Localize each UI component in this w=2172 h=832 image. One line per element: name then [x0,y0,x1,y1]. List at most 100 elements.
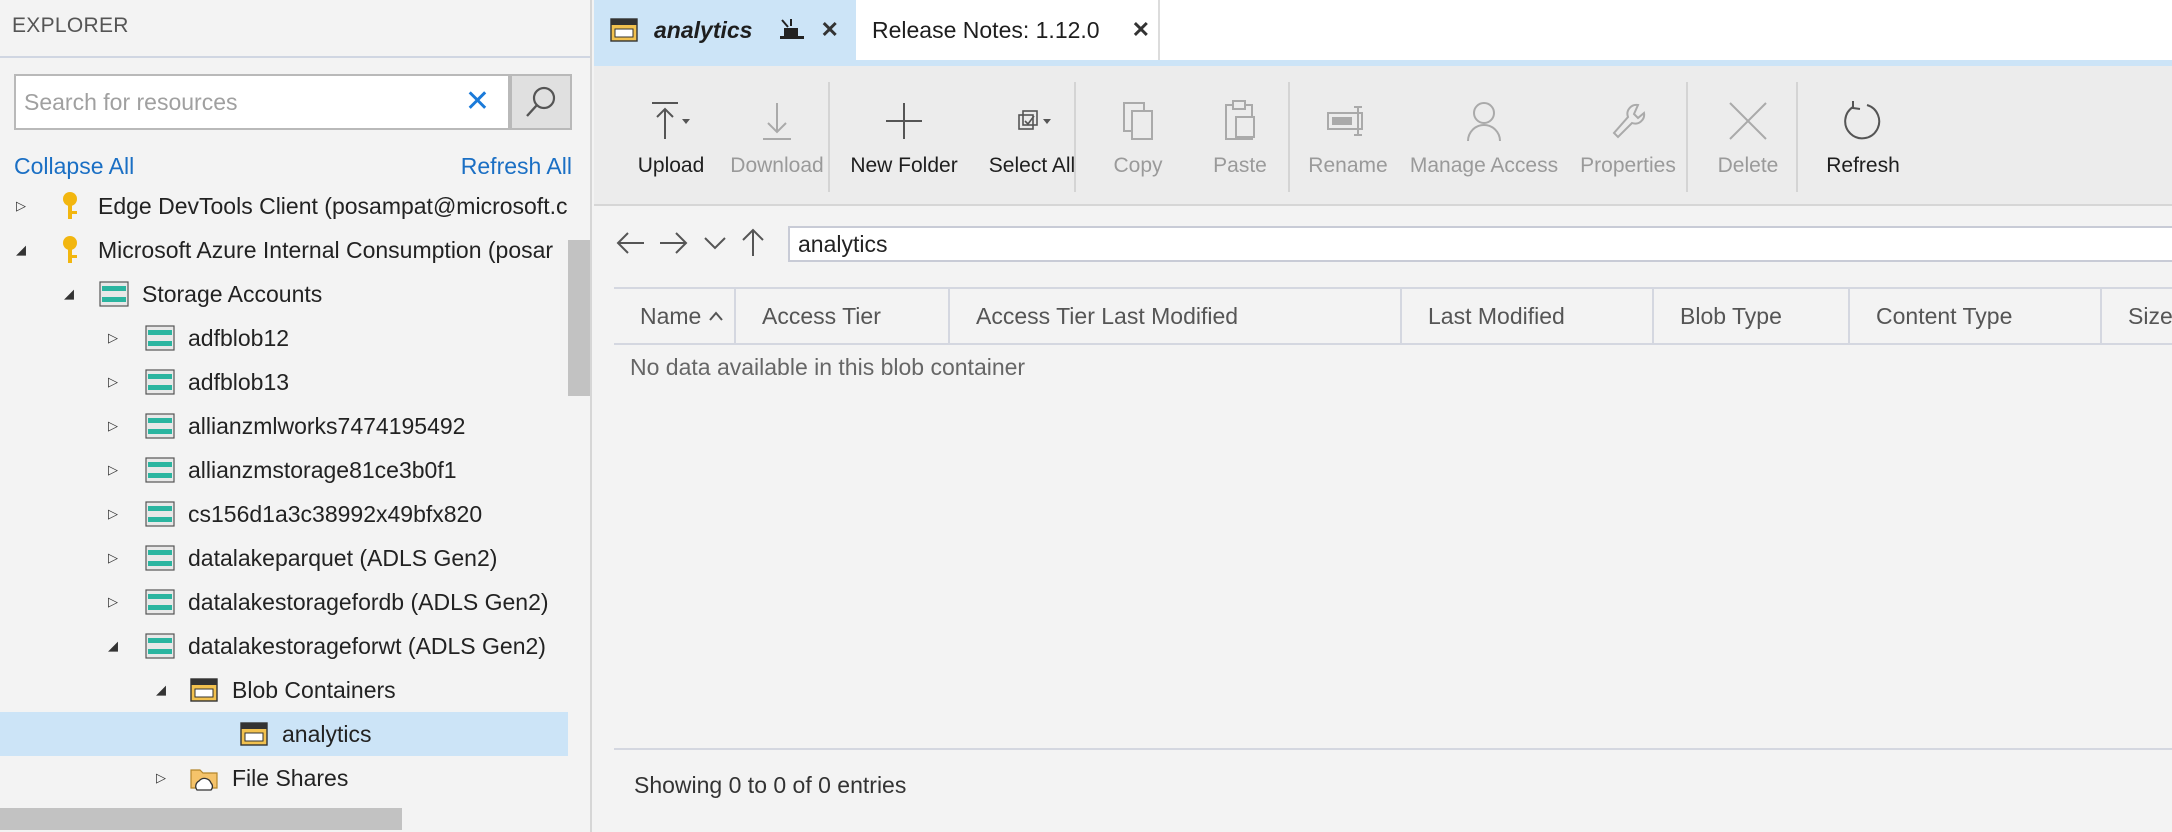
manage-access-button[interactable]: Manage Access [1406,66,1562,206]
tree-item-edge-devtools[interactable]: ▷ Edge DevTools Client (posampat@microso… [0,184,568,228]
refresh-icon [1833,96,1893,146]
storage-account-icon [144,454,176,486]
back-arrow-icon [616,232,644,254]
person-icon [1454,96,1514,146]
toolbar-separator [1686,82,1688,192]
tab-label: Release Notes: 1.12.0 [872,16,1100,43]
toolbar-separator [1074,82,1076,192]
blob-container-icon [238,718,270,750]
chevron-down-icon [704,237,726,250]
column-header-last-modified[interactable]: Last Modified [1402,289,1654,343]
expand-arrow-icon[interactable]: ▷ [102,547,124,569]
collapse-arrow-icon[interactable]: ◢ [10,239,32,261]
path-input[interactable] [788,226,2172,262]
tree-item-datalakestorageforwt[interactable]: ◢ datalakestorageforwt (ADLS Gen2) [0,624,568,668]
tab-release-notes[interactable]: Release Notes: 1.12.0 ✕ [858,0,1160,60]
forward-arrow-icon [660,232,688,254]
column-header-access-tier[interactable]: Access Tier [736,289,950,343]
recent-dropdown-button[interactable] [698,226,732,260]
upload-icon [641,96,701,146]
tree-item-allianzmlworks[interactable]: ▷ allianzmlworks7474195492 [0,404,568,448]
paste-button[interactable]: Paste [1190,66,1290,206]
tab-label: analytics [654,16,753,43]
storage-account-icon [144,586,176,618]
select-all-icon [1002,96,1062,146]
tree-item-azure-internal[interactable]: ◢ Microsoft Azure Internal Consumption (… [0,228,568,272]
column-header-blob-type[interactable]: Blob Type [1654,289,1850,343]
clear-icon[interactable]: ✕ [465,84,490,120]
collapse-arrow-icon[interactable]: ◢ [150,679,172,701]
tree-item-datalakeparquet[interactable]: ▷ datalakeparquet (ADLS Gen2) [0,536,568,580]
refresh-button[interactable]: Refresh [1808,66,1918,206]
close-tab-icon[interactable]: ✕ [820,17,838,43]
column-header-name[interactable]: Name [614,289,736,343]
column-header-size[interactable]: Size [2102,289,2172,343]
table-header: Name Access Tier Access Tier Last Modifi… [614,287,2172,345]
collapse-all-link[interactable]: Collapse All [14,153,134,180]
pin-icon[interactable] [778,18,806,42]
rename-icon [1318,96,1378,146]
storage-account-icon [144,322,176,354]
delete-button[interactable]: Delete [1700,66,1796,206]
plus-icon [874,96,934,146]
tab-analytics[interactable]: analytics ✕ [594,0,856,60]
storage-account-icon [144,410,176,442]
refresh-all-link[interactable]: Refresh All [461,153,572,180]
search-button[interactable] [510,74,572,130]
expand-arrow-icon[interactable]: ▷ [102,327,124,349]
expand-arrow-icon[interactable]: ▷ [102,503,124,525]
tree-item-allianzmstorage[interactable]: ▷ allianzmstorage81ce3b0f1 [0,448,568,492]
tree-item-storage-accounts[interactable]: ◢ Storage Accounts [0,272,568,316]
upload-button[interactable]: Upload [614,66,728,206]
tree-item-analytics[interactable]: analytics [0,712,568,756]
expand-arrow-icon[interactable]: ▷ [102,415,124,437]
toolbar: Upload Download New Folder Select All Co… [594,66,2172,206]
collapse-arrow-icon[interactable]: ◢ [102,635,124,657]
toolbar-separator [1796,82,1798,192]
up-button[interactable] [736,226,770,260]
divider [0,56,590,58]
column-header-access-tier-last-modified[interactable]: Access Tier Last Modified [950,289,1402,343]
toolbar-separator [1288,82,1290,192]
forward-button[interactable] [656,226,690,260]
search-input[interactable] [24,76,464,128]
download-button[interactable]: Download [712,66,842,206]
tree-item-cs156[interactable]: ▷ cs156d1a3c38992x49bfx820 [0,492,568,536]
tree-item-blob-containers[interactable]: ◢ Blob Containers [0,668,568,712]
copy-button[interactable]: Copy [1088,66,1188,206]
horizontal-scrollbar[interactable] [0,808,402,830]
blob-containers-icon [188,674,220,706]
rename-button[interactable]: Rename [1300,66,1396,206]
properties-button[interactable]: Properties [1572,66,1684,206]
blob-container-icon [610,17,638,43]
storage-accounts-icon [98,278,130,310]
explorer-panel: EXPLORER ✕ Collapse All Refresh All ▷ Ed… [0,0,592,832]
empty-message: No data available in this blob container [630,354,1026,380]
search-box: ✕ [14,74,510,130]
expand-arrow-icon[interactable]: ▷ [10,195,32,217]
copy-icon [1108,96,1168,146]
new-folder-button[interactable]: New Folder [834,66,974,206]
expand-arrow-icon[interactable]: ▷ [102,371,124,393]
sort-ascending-icon [709,311,724,321]
tree-item-adfblob12[interactable]: ▷ adfblob12 [0,316,568,360]
entries-count: Showing 0 to 0 of 0 entries [634,772,907,798]
paste-icon [1210,96,1270,146]
collapse-arrow-icon[interactable]: ◢ [58,283,80,305]
expand-arrow-icon[interactable]: ▷ [150,767,172,789]
expand-arrow-icon[interactable]: ▷ [102,591,124,613]
back-button[interactable] [614,226,648,260]
column-header-content-type[interactable]: Content Type [1850,289,2102,343]
key-icon [54,234,86,266]
vertical-scrollbar[interactable] [568,240,590,396]
tab-bar: analytics ✕ Release Notes: 1.12.0 ✕ [594,0,2172,60]
close-tab-icon[interactable]: ✕ [1132,17,1150,43]
tree-item-file-shares[interactable]: ▷ File Shares [0,756,568,800]
tree-item-adfblob13[interactable]: ▷ adfblob13 [0,360,568,404]
storage-account-icon [144,498,176,530]
search-icon [526,86,556,117]
expand-arrow-icon[interactable]: ▷ [102,459,124,481]
wrench-icon [1598,96,1658,146]
delete-icon [1718,96,1778,146]
tree-item-datalakestoragefordb[interactable]: ▷ datalakestoragefordb (ADLS Gen2) [0,580,568,624]
